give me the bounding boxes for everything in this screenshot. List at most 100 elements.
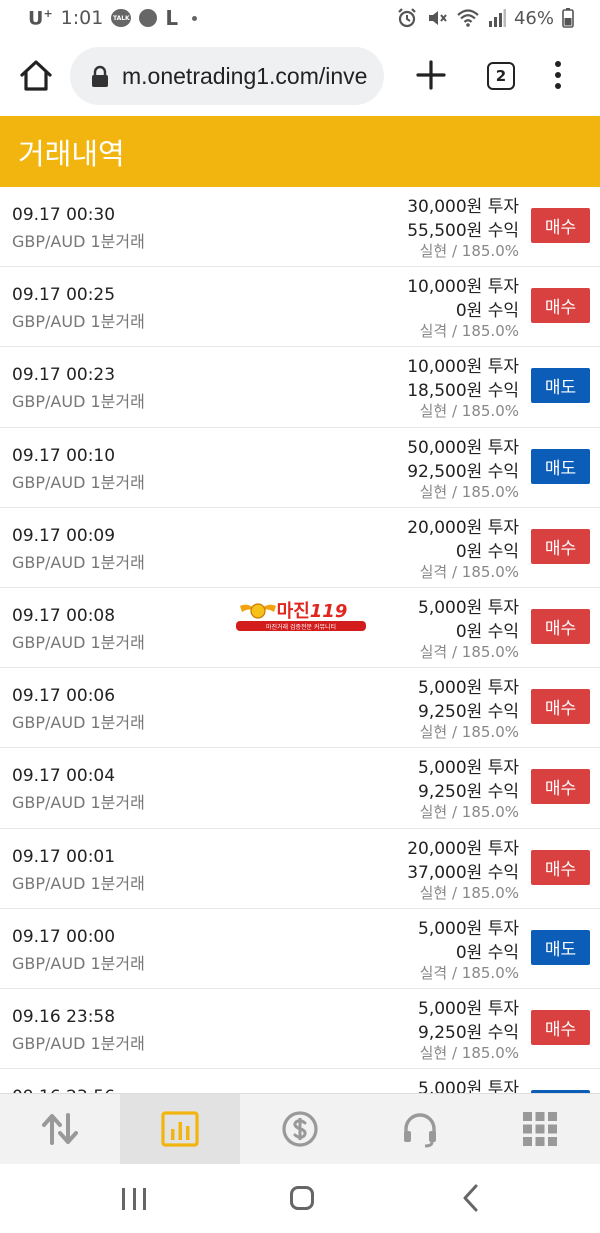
nav-deposit[interactable]: [240, 1094, 360, 1164]
nav-trade[interactable]: [0, 1094, 120, 1164]
page-header: 거래내역: [0, 116, 600, 187]
trade-investment: 10,000원 투자: [407, 357, 519, 378]
url-text: m.onetrading1.com/inve: [122, 62, 368, 89]
trade-action-badge[interactable]: 매수: [531, 769, 590, 805]
trade-profit: 0원 수익: [455, 301, 519, 322]
app-notification-icon: [139, 9, 158, 27]
carrier-label: U+: [28, 6, 53, 30]
status-bar-left: U+ 1:01 TALK L: [28, 6, 198, 30]
trade-row[interactable]: 09.17 00:25 GBP/AUD 1분거래 10,000원 투자 0원 수익 실격…: [0, 267, 600, 348]
trade-date: 09.17 00:30: [12, 205, 116, 225]
page-title: 거래내역: [18, 136, 125, 171]
trade-date: 09.17 00:09: [12, 525, 116, 546]
chart-icon: [161, 1111, 199, 1147]
trade-status: 실현 / 185.0%: [419, 482, 519, 501]
trade-row[interactable]: 09.16 23:56GBP/AUD 1분거래5,000원 투자: [0, 1069, 600, 1093]
status-bar-right: 46%: [396, 7, 574, 29]
watermark-logo: 마진119 마진거래 검증전문 커뮤니티: [236, 600, 366, 632]
page: U+ 1:01 TALK L 46% m.onetrading1.com/inv…: [0, 0, 600, 1233]
trade-action-badge[interactable]: 매도: [531, 929, 590, 965]
system-nav-bar: [0, 1164, 600, 1233]
trade-profit: 92,500원 수익: [407, 461, 519, 482]
trade-profit: 9,250원 수익: [418, 1022, 519, 1043]
nav-support[interactable]: [360, 1094, 480, 1164]
system-home-icon[interactable]: [290, 1186, 314, 1210]
trade-action-badge[interactable]: 매도: [531, 448, 590, 484]
trade-pair: GBP/AUD 1분거래: [12, 953, 145, 973]
trade-row[interactable]: 09.17 00:09 GBP/AUD 1분거래 20,000원 투자 0원 수익 실격…: [0, 508, 600, 588]
trade-status: 실격 / 185.0%: [419, 322, 519, 341]
recent-apps-icon[interactable]: [122, 1188, 146, 1210]
trade-investment: 10,000원 투자: [407, 277, 519, 298]
trade-action-badge[interactable]: 매수: [531, 288, 590, 324]
address-bar[interactable]: m.onetrading1.com/inve: [70, 47, 384, 105]
trade-investment: 5,000원 투자: [418, 918, 519, 939]
trade-investment: 50,000원 투자: [407, 437, 519, 458]
home-icon[interactable]: [18, 58, 54, 94]
trade-row[interactable]: 09.17 00:00 GBP/AUD 1분거래 5,000원 투자 0원 수익 실격 …: [0, 909, 600, 989]
battery-icon: [562, 8, 574, 28]
mute-icon: [428, 11, 447, 25]
line-app-icon: L: [165, 6, 179, 30]
trade-pair: GBP/AUD 1분거래: [12, 632, 145, 652]
trade-investment: 5,000원 투자: [418, 597, 519, 618]
trade-date: 09.17 00:01: [12, 846, 116, 867]
trade-action-badge[interactable]: 매수: [531, 608, 590, 644]
status-bar: U+ 1:01 TALK L 46%: [0, 0, 600, 36]
trade-profit: 9,250원 수익: [418, 782, 519, 803]
trade-pair: GBP/AUD 1분거래: [12, 392, 145, 412]
dollar-icon: [282, 1111, 318, 1147]
trade-row[interactable]: 09.17 00:01 GBP/AUD 1분거래 20,000원 투자 37,000원…: [0, 829, 600, 909]
trade-action-badge[interactable]: 매수: [531, 689, 590, 725]
back-icon[interactable]: [460, 1184, 480, 1212]
clock: 1:01: [60, 7, 104, 29]
trade-profit: 55,500원 수익: [407, 221, 519, 241]
trade-status: 실현 / 185.0%: [419, 402, 519, 421]
trade-date: 09.17 00:04: [12, 766, 116, 787]
trade-row[interactable]: 09.16 23:58 GBP/AUD 1분거래 5,000원 투자 9,250원 수…: [0, 989, 600, 1070]
trade-row[interactable]: 09.17 00:10 GBP/AUD 1분거래 50,000원 투자 92,500원…: [0, 428, 600, 508]
trade-date: 09.17 00:08: [12, 605, 116, 626]
trade-date: 09.16 23:58: [12, 1006, 116, 1027]
trade-date: 09.17 00:00: [12, 926, 116, 947]
trade-list[interactable]: 09.17 00:30 GBP/AUD 1분거래 30,000원 투자 55,500원…: [0, 187, 600, 1093]
trade-pair: GBP/AUD 1분거래: [12, 472, 145, 492]
trade-status: 실현 / 185.0%: [419, 242, 519, 260]
new-tab-icon[interactable]: [414, 58, 448, 92]
trade-profit: 0원 수익: [455, 541, 519, 562]
trade-status: 실격 / 185.0%: [419, 963, 519, 982]
browser-toolbar: m.onetrading1.com/inve 2: [0, 36, 600, 116]
trade-action-badge[interactable]: 매수: [531, 528, 590, 564]
trade-row[interactable]: 09.17 00:04 GBP/AUD 1분거래 5,000원 투자 9,250원 수…: [0, 748, 600, 829]
trade-status: 실격 / 185.0%: [419, 642, 519, 661]
nav-history[interactable]: [120, 1094, 240, 1164]
more-menu-icon[interactable]: [548, 58, 568, 92]
trade-profit: 0원 수익: [455, 621, 519, 642]
signal-icon: [488, 9, 506, 27]
trade-investment: 20,000원 투자: [407, 517, 519, 538]
trade-profit: 37,000원 수익: [407, 862, 519, 883]
trade-row[interactable]: 09.17 00:06 GBP/AUD 1분거래 5,000원 투자 9,250원 수…: [0, 668, 600, 749]
tab-switcher-button[interactable]: 2: [487, 62, 515, 90]
bottom-nav: [0, 1093, 600, 1164]
trade-pair: GBP/AUD 1분거래: [12, 552, 145, 572]
trade-action-badge[interactable]: 매수: [531, 849, 590, 885]
trade-status: 실격 / 185.0%: [419, 562, 519, 581]
trade-date: 09.17 00:23: [12, 365, 116, 386]
trade-action-badge[interactable]: 매도: [531, 368, 590, 404]
battery-percent: 46%: [513, 7, 554, 29]
trade-pair: GBP/AUD 1분거래: [12, 713, 145, 733]
trade-action-badge[interactable]: 매수: [531, 1009, 590, 1045]
kakaotalk-icon: TALK: [111, 9, 132, 27]
trade-row[interactable]: 09.17 00:30 GBP/AUD 1분거래 30,000원 투자 55,500원…: [0, 187, 600, 268]
trade-investment: 5,000원 투자: [418, 998, 519, 1019]
trade-profit: 0원 수익: [455, 942, 519, 963]
trade-action-badge[interactable]: 매수: [531, 208, 590, 243]
trade-row[interactable]: 09.17 00:23 GBP/AUD 1분거래 10,000원 투자 18,500원…: [0, 347, 600, 428]
trade-status: 실현 / 185.0%: [419, 1043, 519, 1062]
nav-menu[interactable]: [480, 1094, 600, 1164]
trade-pair: GBP/AUD 1분거래: [12, 793, 145, 813]
trade-profit: 18,500원 수익: [407, 381, 519, 402]
watermark-subtitle: 마진거래 검증전문 커뮤니티: [236, 621, 366, 631]
trade-date: 09.17 00:25: [12, 285, 116, 306]
